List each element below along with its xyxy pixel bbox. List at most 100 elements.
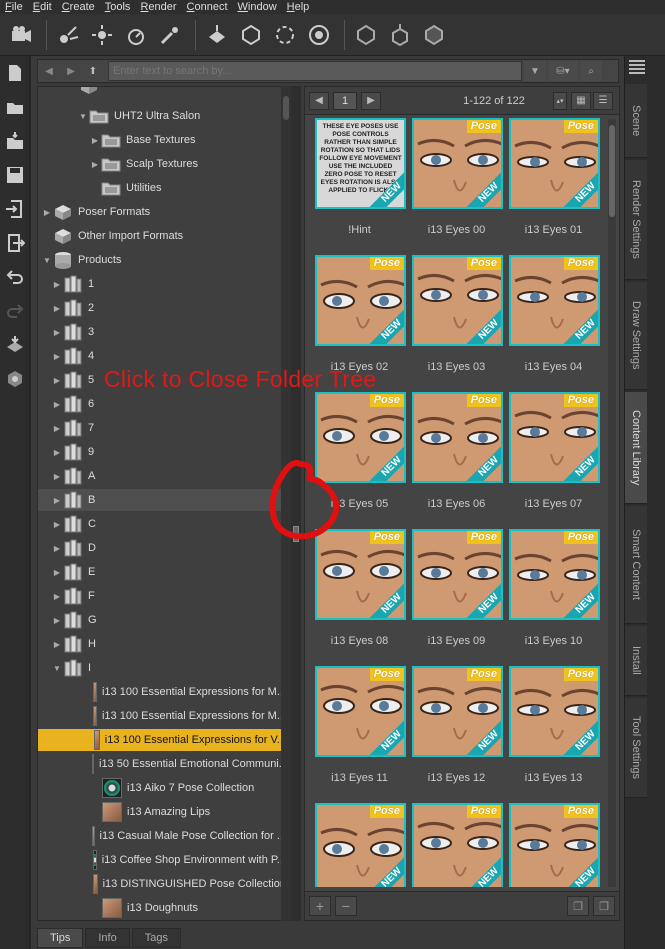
collapsed-arrow-icon[interactable]: ▶ — [52, 496, 62, 505]
asset-item[interactable]: Pose NEW i13 Eyes 02 — [311, 250, 408, 383]
asset-item[interactable]: Pose NEW i13 Eyes 11 — [311, 661, 408, 794]
asset-thumbnail[interactable]: Pose NEW — [412, 392, 503, 483]
collapsed-arrow-icon[interactable]: ▶ — [52, 616, 62, 625]
tree-item[interactable]: Other Import Formats — [38, 225, 286, 247]
menu-window[interactable]: Window — [233, 0, 282, 14]
joint-editor-icon[interactable] — [385, 20, 415, 50]
menu-file[interactable]: File — [0, 0, 28, 14]
dock-tab-smart-content[interactable]: Smart Content — [625, 506, 647, 624]
collapsed-arrow-icon[interactable]: ▶ — [52, 424, 62, 433]
collapsed-arrow-icon[interactable]: ▶ — [52, 568, 62, 577]
collapsed-arrow-icon[interactable]: ▶ — [52, 448, 62, 457]
tree-item[interactable]: i13 Amazing Lips — [38, 801, 286, 823]
database-filter-icon[interactable]: ⛁▾ — [548, 61, 578, 81]
collapsed-arrow-icon[interactable]: ▶ — [52, 592, 62, 601]
dock-tab-tool-settings[interactable]: Tool Settings — [625, 698, 647, 798]
tree-item[interactable]: ▶ E — [38, 561, 286, 583]
asset-item[interactable]: Pose NEW i13 Eyes 12 — [408, 661, 505, 794]
add-button[interactable]: + — [309, 896, 331, 916]
paste-icon[interactable]: ❐ — [593, 896, 615, 916]
menu-connect[interactable]: Connect — [182, 0, 233, 14]
asset-thumbnail[interactable]: Pose NEW — [315, 803, 406, 887]
collapsed-arrow-icon[interactable]: ▶ — [52, 520, 62, 529]
tree-item[interactable]: ▶ D — [38, 537, 286, 559]
asset-item[interactable]: Pose NEW i13 Eyes 06 — [408, 387, 505, 520]
zoom-spinner[interactable]: ▴▾ — [553, 91, 567, 110]
tab-tips[interactable]: Tips — [37, 928, 84, 948]
asset-thumbnail[interactable]: Pose NEW — [509, 529, 600, 620]
asset-thumbnail[interactable]: Pose NEW — [509, 803, 600, 887]
tab-info[interactable]: Info — [85, 928, 130, 948]
new-scene-icon[interactable] — [0, 56, 30, 90]
asset-thumbnail[interactable]: Pose NEW — [412, 118, 503, 209]
next-page-button[interactable]: ▶ — [361, 91, 381, 110]
expanded-arrow-icon[interactable]: ▼ — [42, 256, 52, 265]
tree-item[interactable]: ▼ Products — [38, 249, 286, 271]
collapsed-arrow-icon[interactable]: ▶ — [52, 328, 62, 337]
collapsed-arrow-icon[interactable]: ▶ — [52, 352, 62, 361]
tree-item[interactable]: ▶ H — [38, 633, 286, 655]
tree-item-cut-off[interactable] — [78, 87, 104, 97]
up-arrow-icon[interactable]: ⬆ — [82, 60, 104, 82]
asset-item[interactable]: Pose NEW — [408, 798, 505, 887]
tree-item[interactable]: ▶ C — [38, 513, 286, 535]
export-icon[interactable] — [0, 226, 30, 260]
folder-tree-splitter[interactable] — [291, 86, 301, 921]
spotlight-icon[interactable] — [53, 20, 83, 50]
tree-item[interactable]: i13 50 Essential Emotional Communi... — [38, 753, 286, 775]
tree-item[interactable]: ▶ 2 — [38, 297, 286, 319]
asset-thumbnail[interactable]: Pose NEW — [509, 118, 600, 209]
collapsed-arrow-icon[interactable]: ▶ — [52, 280, 62, 289]
asset-item[interactable]: Pose NEW — [505, 798, 602, 887]
tree-item[interactable]: i13 100 Essential Expressions for M... — [38, 705, 286, 727]
asset-thumbnail[interactable]: Pose NEW — [315, 392, 406, 483]
page-number-field[interactable]: 1 — [333, 91, 357, 110]
geometry-editor-icon[interactable] — [351, 20, 381, 50]
collapsed-arrow-icon[interactable]: ▶ — [90, 136, 100, 145]
forward-arrow-icon[interactable]: ▶ — [60, 60, 82, 82]
asset-item[interactable]: Pose NEW i13 Eyes 04 — [505, 250, 602, 383]
tree-item[interactable]: ▶ 1 — [38, 273, 286, 295]
expanded-arrow-icon[interactable]: ▼ — [52, 664, 62, 673]
search-dropdown-icon[interactable]: ▼ — [524, 61, 546, 81]
light-wand-icon[interactable] — [155, 20, 185, 50]
asset-item[interactable]: Pose NEW i13 Eyes 13 — [505, 661, 602, 794]
asset-item[interactable]: Pose NEW i13 Eyes 05 — [311, 387, 408, 520]
render-settings-icon[interactable] — [0, 362, 30, 396]
grid-scrollbar[interactable] — [608, 119, 616, 887]
node-select-icon[interactable] — [202, 20, 232, 50]
tree-item[interactable]: Utilities — [38, 177, 286, 199]
asset-thumbnail[interactable]: Pose NEW — [412, 666, 503, 757]
tab-tags[interactable]: Tags — [131, 928, 181, 948]
menu-edit[interactable]: Edit — [28, 0, 57, 14]
tree-item[interactable]: i13 Aiko 7 Pose Collection — [38, 777, 286, 799]
tree-item[interactable]: ▶ 7 — [38, 417, 286, 439]
menu-render[interactable]: Render — [135, 0, 181, 14]
collapsed-arrow-icon[interactable]: ▶ — [52, 640, 62, 649]
grid-scroll-thumb[interactable] — [609, 125, 615, 217]
folder-tree[interactable]: ▼ UHT2 Ultra Salon ▶ Base Textures ▶ Scalp Te… — [37, 86, 287, 921]
save-icon[interactable] — [0, 158, 30, 192]
collapsed-arrow-icon[interactable]: ▶ — [52, 376, 62, 385]
tree-item[interactable]: ▶ F — [38, 585, 286, 607]
asset-item[interactable]: Pose NEW i13 Eyes 03 — [408, 250, 505, 383]
tree-item[interactable]: ▶ 6 — [38, 393, 286, 415]
collapsed-arrow-icon[interactable]: ▶ — [52, 400, 62, 409]
search-icon[interactable]: ⌕ — [580, 61, 602, 81]
asset-thumbnail[interactable]: Pose NEW — [509, 666, 600, 757]
asset-item[interactable]: Pose NEW — [311, 798, 408, 887]
collapsed-arrow-icon[interactable]: ▶ — [52, 544, 62, 553]
tree-item[interactable]: ▼ UHT2 Ultra Salon — [38, 105, 286, 127]
dock-tab-render-settings[interactable]: Render Settings — [625, 160, 647, 280]
prev-page-button[interactable]: ◀ — [309, 91, 329, 110]
dock-tab-content-library[interactable]: Content Library — [625, 392, 647, 504]
asset-item[interactable]: Pose NEW i13 Eyes 07 — [505, 387, 602, 520]
asset-thumbnail[interactable]: Pose NEW — [509, 392, 600, 483]
pointlight-icon[interactable] — [87, 20, 117, 50]
asset-item[interactable]: Pose NEW i13 Eyes 01 — [505, 117, 602, 246]
asset-thumbnail[interactable]: Pose NEW — [412, 803, 503, 887]
open-icon[interactable] — [0, 90, 30, 124]
tree-item[interactable]: ▶ A — [38, 465, 286, 487]
collapsed-arrow-icon[interactable]: ▶ — [90, 160, 100, 169]
asset-item[interactable]: Pose NEW i13 Eyes 10 — [505, 524, 602, 657]
